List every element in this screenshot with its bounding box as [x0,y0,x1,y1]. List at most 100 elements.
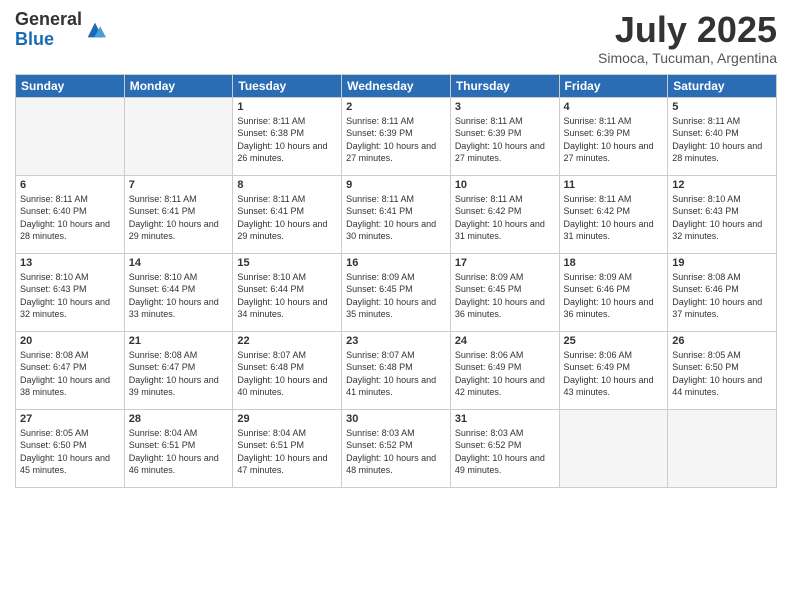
day-number: 19 [672,257,772,269]
calendar-cell: 19 Sunrise: 8:08 AMSunset: 6:46 PMDayligh… [668,253,777,331]
day-info: Sunrise: 8:11 AMSunset: 6:40 PMDaylight:… [20,193,120,243]
day-number: 28 [129,413,229,425]
calendar-cell: 27 Sunrise: 8:05 AMSunset: 6:50 PMDayligh… [16,409,125,487]
week-row-1: 1 Sunrise: 8:11 AMSunset: 6:38 PMDaylight… [16,97,777,175]
calendar-cell: 2 Sunrise: 8:11 AMSunset: 6:39 PMDaylight… [342,97,451,175]
day-header-friday: Friday [559,74,668,97]
calendar-cell: 30Sunrise: 8:03 AMSunset: 6:52 PMDayligh… [342,409,451,487]
day-number: 7 [129,179,229,191]
day-info: Sunrise: 8:04 AMSunset: 6:51 PMDaylight:… [129,427,229,477]
day-number: 12 [672,179,772,191]
calendar-cell: 31Sunrise: 8:03 AMSunset: 6:52 PMDayligh… [450,409,559,487]
calendar-cell: 7Sunrise: 8:11 AMSunset: 6:41 PMDaylight… [124,175,233,253]
day-number: 15 [237,257,337,269]
calendar-cell: 23 Sunrise: 8:07 AMSunset: 6:48 PMDayligh… [342,331,451,409]
day-number: 16 [346,257,446,269]
day-number: 20 [20,335,120,347]
day-info: Sunrise: 8:10 AMSunset: 6:44 PMDaylight:… [237,271,337,321]
day-info: Sunrise: 8:10 AMSunset: 6:43 PMDaylight:… [672,193,772,243]
day-number: 21 [129,335,229,347]
title-section: July 2025 Simoca, Tucuman, Argentina [598,10,777,66]
day-info: Sunrise: 8:11 AMSunset: 6:42 PMDaylight:… [455,193,555,243]
day-info: Sunrise: 8:05 AMSunset: 6:50 PMDaylight:… [20,427,120,477]
day-number: 14 [129,257,229,269]
day-info: Sunrise: 8:11 AMSunset: 6:42 PMDaylight:… [564,193,664,243]
day-number: 10 [455,179,555,191]
calendar-cell: 4 Sunrise: 8:11 AMSunset: 6:39 PMDaylight… [559,97,668,175]
day-number: 24 [455,335,555,347]
location-subtitle: Simoca, Tucuman, Argentina [598,50,777,66]
calendar-cell: 12 Sunrise: 8:10 AMSunset: 6:43 PMDayligh… [668,175,777,253]
calendar-cell: 16 Sunrise: 8:09 AMSunset: 6:45 PMDayligh… [342,253,451,331]
day-header-monday: Monday [124,74,233,97]
day-info: Sunrise: 8:07 AMSunset: 6:48 PMDaylight:… [237,349,337,399]
calendar-cell: 1 Sunrise: 8:11 AMSunset: 6:38 PMDaylight… [233,97,342,175]
calendar-cell: 6 Sunrise: 8:11 AMSunset: 6:40 PMDaylight… [16,175,125,253]
day-info: Sunrise: 8:11 AMSunset: 6:39 PMDaylight:… [455,115,555,165]
calendar-cell [124,97,233,175]
day-number: 17 [455,257,555,269]
calendar-cell: 17 Sunrise: 8:09 AMSunset: 6:45 PMDayligh… [450,253,559,331]
day-info: Sunrise: 8:03 AMSunset: 6:52 PMDaylight:… [455,427,555,477]
day-number: 3 [455,101,555,113]
day-info: Sunrise: 8:08 AMSunset: 6:47 PMDaylight:… [129,349,229,399]
day-header-saturday: Saturday [668,74,777,97]
day-number: 4 [564,101,664,113]
logo-icon [84,19,106,41]
day-header-wednesday: Wednesday [342,74,451,97]
calendar-cell: 25 Sunrise: 8:06 AMSunset: 6:49 PMDayligh… [559,331,668,409]
day-number: 22 [237,335,337,347]
day-number: 23 [346,335,446,347]
day-info: Sunrise: 8:08 AMSunset: 6:47 PMDaylight:… [20,349,120,399]
header: General Blue July 2025 Simoca, Tucuman, … [15,10,777,66]
days-header-row: SundayMondayTuesdayWednesdayThursdayFrid… [16,74,777,97]
calendar-cell: 15 Sunrise: 8:10 AMSunset: 6:44 PMDayligh… [233,253,342,331]
day-number: 6 [20,179,120,191]
calendar-cell: 3 Sunrise: 8:11 AMSunset: 6:39 PMDaylight… [450,97,559,175]
day-number: 1 [237,101,337,113]
calendar-cell: 14 Sunrise: 8:10 AMSunset: 6:44 PMDayligh… [124,253,233,331]
week-row-3: 13Sunrise: 8:10 AMSunset: 6:43 PMDayligh… [16,253,777,331]
calendar-cell: 24 Sunrise: 8:06 AMSunset: 6:49 PMDayligh… [450,331,559,409]
calendar-cell: 13Sunrise: 8:10 AMSunset: 6:43 PMDayligh… [16,253,125,331]
day-number: 8 [237,179,337,191]
day-number: 13 [20,257,120,269]
day-number: 9 [346,179,446,191]
day-info: Sunrise: 8:11 AMSunset: 6:39 PMDaylight:… [564,115,664,165]
day-info: Sunrise: 8:06 AMSunset: 6:49 PMDaylight:… [455,349,555,399]
calendar-cell: 9Sunrise: 8:11 AMSunset: 6:41 PMDaylight… [342,175,451,253]
day-info: Sunrise: 8:08 AMSunset: 6:46 PMDaylight:… [672,271,772,321]
calendar-cell [16,97,125,175]
day-number: 25 [564,335,664,347]
calendar-cell [668,409,777,487]
calendar-cell: 10 Sunrise: 8:11 AMSunset: 6:42 PMDayligh… [450,175,559,253]
calendar-table: SundayMondayTuesdayWednesdayThursdayFrid… [15,74,777,488]
day-info: Sunrise: 8:11 AMSunset: 6:38 PMDaylight:… [237,115,337,165]
logo: General Blue [15,10,106,50]
day-header-thursday: Thursday [450,74,559,97]
day-number: 2 [346,101,446,113]
calendar-cell: 29Sunrise: 8:04 AMSunset: 6:51 PMDayligh… [233,409,342,487]
day-info: Sunrise: 8:09 AMSunset: 6:45 PMDaylight:… [346,271,446,321]
day-number: 30 [346,413,446,425]
day-info: Sunrise: 8:06 AMSunset: 6:49 PMDaylight:… [564,349,664,399]
day-info: Sunrise: 8:09 AMSunset: 6:45 PMDaylight:… [455,271,555,321]
day-number: 27 [20,413,120,425]
day-number: 18 [564,257,664,269]
calendar-cell: 22 Sunrise: 8:07 AMSunset: 6:48 PMDayligh… [233,331,342,409]
day-header-sunday: Sunday [16,74,125,97]
day-info: Sunrise: 8:07 AMSunset: 6:48 PMDaylight:… [346,349,446,399]
day-number: 11 [564,179,664,191]
day-header-tuesday: Tuesday [233,74,342,97]
calendar-cell: 21 Sunrise: 8:08 AMSunset: 6:47 PMDayligh… [124,331,233,409]
calendar-page: General Blue July 2025 Simoca, Tucuman, … [0,0,792,612]
logo-general: General [15,10,82,30]
calendar-cell: 8 Sunrise: 8:11 AMSunset: 6:41 PMDaylight… [233,175,342,253]
day-info: Sunrise: 8:10 AMSunset: 6:44 PMDaylight:… [129,271,229,321]
calendar-cell [559,409,668,487]
calendar-cell: 20 Sunrise: 8:08 AMSunset: 6:47 PMDayligh… [16,331,125,409]
day-info: Sunrise: 8:11 AMSunset: 6:39 PMDaylight:… [346,115,446,165]
day-info: Sunrise: 8:11 AMSunset: 6:41 PMDaylight:… [237,193,337,243]
week-row-2: 6 Sunrise: 8:11 AMSunset: 6:40 PMDaylight… [16,175,777,253]
day-info: Sunrise: 8:04 AMSunset: 6:51 PMDaylight:… [237,427,337,477]
